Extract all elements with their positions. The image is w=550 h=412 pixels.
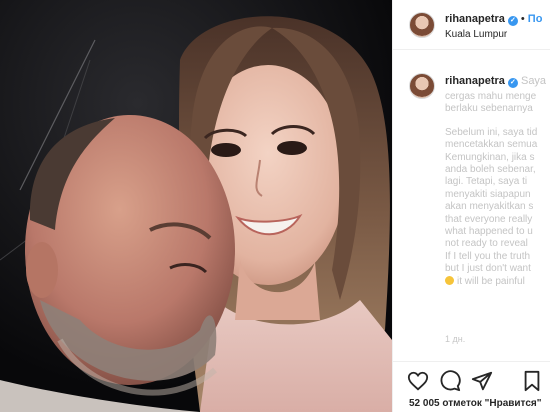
separator-dot: • bbox=[520, 13, 525, 25]
author-avatar[interactable] bbox=[409, 12, 435, 38]
comment-icon[interactable] bbox=[439, 370, 461, 392]
couple-selfie-image bbox=[0, 0, 392, 412]
likes-suffix: "Нравится" bbox=[484, 398, 542, 409]
author-username-row: rihanapetra ✓ • По bbox=[445, 13, 542, 26]
caption-line: anda boleh sebenar, bbox=[445, 164, 536, 176]
likes-count[interactable]: 52 005 отметок "Нравится" bbox=[409, 398, 541, 409]
caption-line: If I tell you the truth bbox=[445, 250, 531, 262]
caption-avatar[interactable] bbox=[409, 73, 435, 99]
post-side-panel: rihanapetra ✓ • По Kuala Lumpur rihanapetra… bbox=[392, 0, 550, 412]
caption-section: rihanapetra ✓ Saya cergas mahu menge berl… bbox=[393, 51, 550, 344]
verified-badge-icon: ✓ bbox=[507, 16, 518, 26]
heart-icon[interactable] bbox=[407, 370, 429, 392]
author-username[interactable]: rihanapetra bbox=[445, 13, 505, 25]
follow-button[interactable]: По bbox=[528, 13, 543, 25]
caption-line: that everyone really bbox=[445, 213, 533, 225]
verified-badge-icon: ✓ bbox=[507, 78, 518, 88]
post-photo[interactable] bbox=[0, 0, 392, 412]
share-icon[interactable] bbox=[471, 370, 493, 392]
caption-username-row: rihanapetra ✓ Saya bbox=[445, 75, 546, 88]
caption-text: cergas mahu menge berlaku sebenarnya Seb… bbox=[445, 91, 550, 288]
caption-line: not ready to reveal bbox=[445, 238, 528, 250]
caption-line: Kemungkinan, jika s bbox=[445, 151, 535, 163]
post-timestamp: 1 дн. bbox=[445, 334, 466, 344]
likes-number: 52 005 bbox=[409, 398, 440, 409]
caption-line: Sebelum ini, saya tid bbox=[445, 126, 538, 138]
caption-line: but I just don't want bbox=[445, 263, 531, 275]
caption-first-words: Saya bbox=[517, 75, 547, 87]
post-location[interactable]: Kuala Lumpur bbox=[445, 29, 507, 40]
caption-line: it will be painful bbox=[445, 275, 550, 288]
smile-emoji-icon bbox=[445, 275, 454, 285]
caption-line: mencetakkan semua bbox=[445, 139, 538, 151]
caption-line: lagi. Tetapi, saya ti bbox=[445, 176, 528, 188]
post-header: rihanapetra ✓ • По Kuala Lumpur bbox=[393, 0, 550, 50]
likes-label: отметок bbox=[442, 398, 482, 409]
caption-line: what happened to u bbox=[445, 226, 533, 238]
caption-line: berlaku sebenarnya bbox=[445, 103, 533, 115]
caption-line: akan menyakitkan s bbox=[445, 201, 534, 213]
caption-username[interactable]: rihanapetra bbox=[445, 75, 505, 87]
action-bar bbox=[393, 361, 550, 395]
caption-line: cergas mahu menge bbox=[445, 91, 537, 102]
caption-line-text: it will be painful bbox=[457, 275, 525, 287]
caption-line: menyakiti siapapun bbox=[445, 188, 531, 200]
bookmark-icon[interactable] bbox=[521, 370, 543, 392]
